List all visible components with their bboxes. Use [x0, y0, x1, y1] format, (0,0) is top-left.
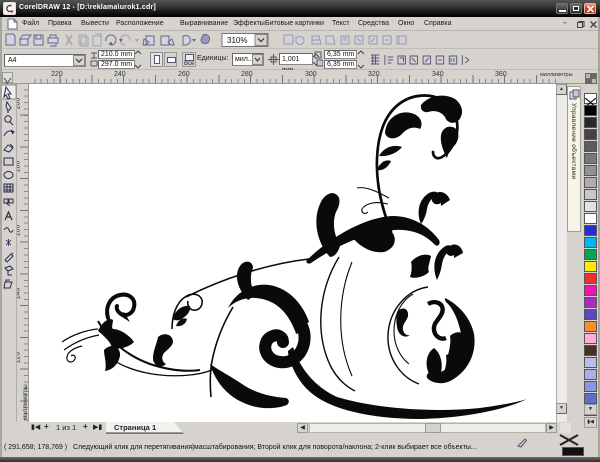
- svg-text:310%: 310%: [227, 36, 247, 45]
